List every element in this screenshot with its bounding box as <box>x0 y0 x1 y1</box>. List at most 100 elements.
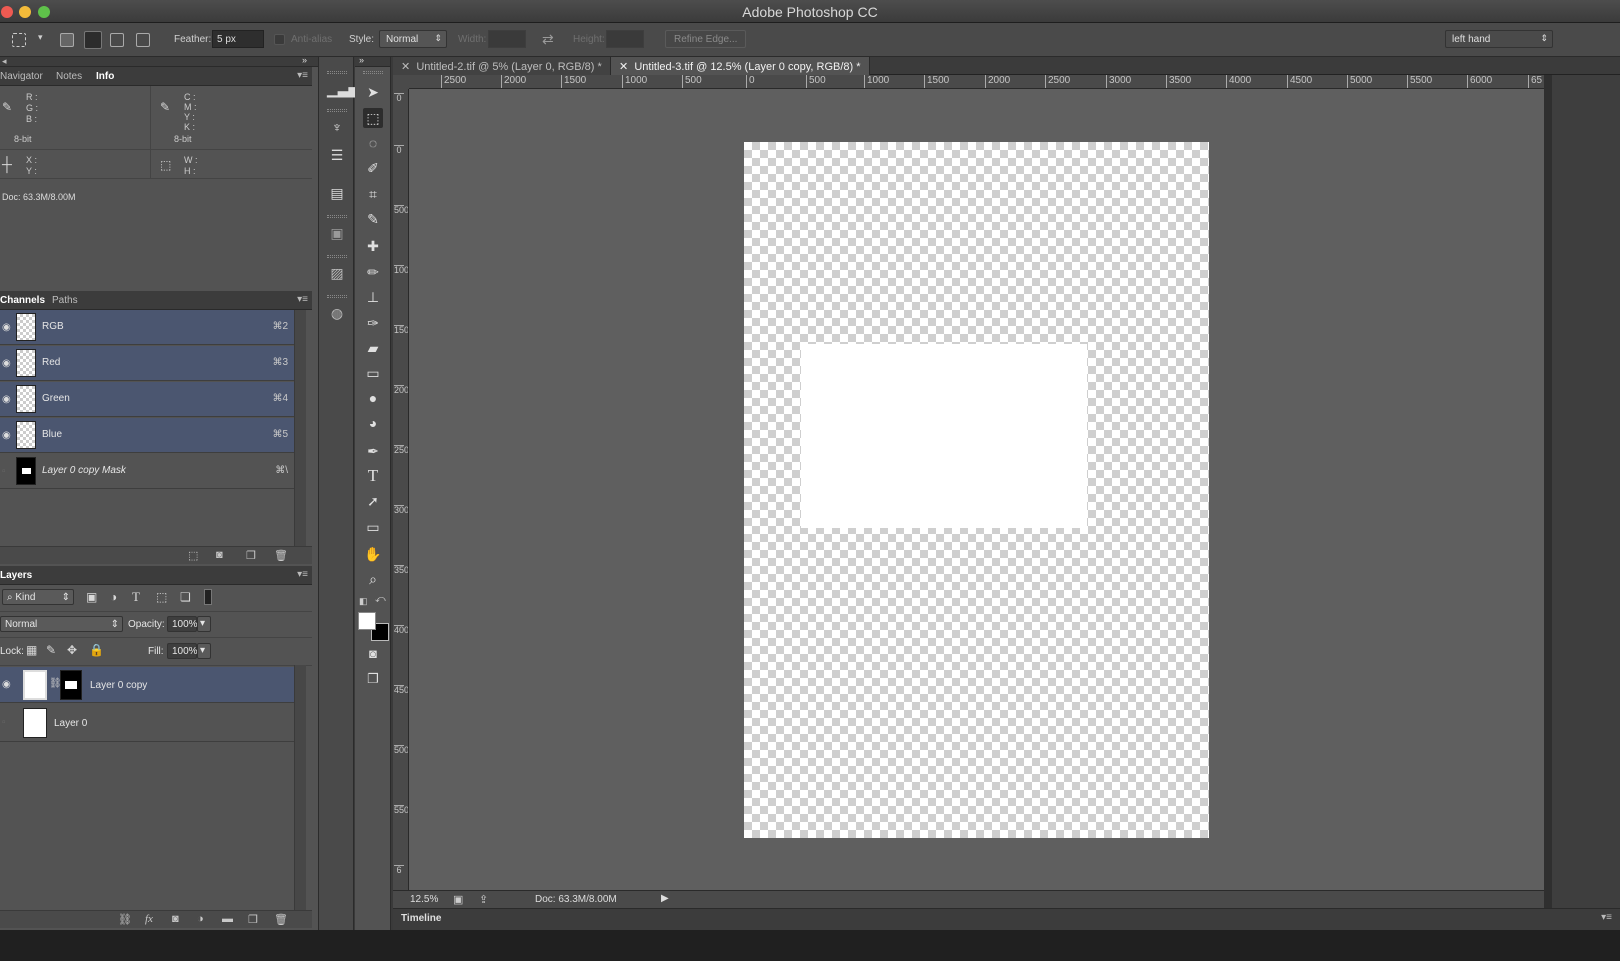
swap-dimensions-icon[interactable]: ⇄ <box>542 31 554 48</box>
new-selection-icon[interactable] <box>60 33 74 47</box>
channel-row-rgb[interactable]: ◉ RGB ⌘2 <box>0 310 298 345</box>
channel-row-red[interactable]: ◉ Red ⌘3 <box>0 346 298 381</box>
hand-tool-icon[interactable]: ✋ <box>363 544 383 564</box>
panel-menu-icon[interactable]: ▾≡ <box>297 569 308 580</box>
lock-transparent-icon[interactable]: ▦ <box>26 643 37 657</box>
shape-filter-icon[interactable]: ⬚ <box>156 590 167 604</box>
transparent-document[interactable] <box>744 142 1209 838</box>
trash-icon[interactable]: 🗑 <box>274 549 288 562</box>
dock-grip[interactable] <box>327 215 347 218</box>
channel-row-blue[interactable]: ◉ Blue ⌘5 <box>0 418 298 453</box>
eyedropper-tool-icon[interactable]: ✎ <box>363 209 383 229</box>
new-channel-icon[interactable]: ❐ <box>246 549 256 562</box>
brush-presets-icon[interactable]: ♆ <box>327 119 347 139</box>
eye-icon[interactable]: ◉ <box>2 430 11 441</box>
doc-tab-untitled-3[interactable]: ✕ Untitled-3.tif @ 12.5% (Layer 0 copy, … <box>611 57 870 75</box>
dodge-tool-icon[interactable]: ◕ <box>363 413 383 433</box>
lasso-tool-icon[interactable]: ◌ <box>363 133 383 153</box>
close-icon[interactable]: ✕ <box>619 61 634 73</box>
eye-icon[interactable]: ◉ <box>2 322 11 333</box>
healing-brush-tool-icon[interactable]: ✚ <box>363 236 383 256</box>
tab-info[interactable]: Info <box>96 71 114 82</box>
tab-paths[interactable]: Paths <box>52 295 78 306</box>
rectangular-marquee-tool-icon[interactable]: ⬚ <box>363 108 383 128</box>
filter-toggle-switch[interactable] <box>204 589 212 605</box>
add-selection-icon[interactable] <box>84 31 102 49</box>
dock-grip[interactable] <box>327 295 347 298</box>
tab-navigator[interactable]: Navigator <box>0 71 43 82</box>
pen-tool-icon[interactable]: ✒ <box>363 441 383 461</box>
share-icon[interactable]: ⇪ <box>479 893 488 906</box>
workspace-select[interactable]: left hand ⇕ <box>1445 30 1553 48</box>
path-selection-tool-icon[interactable]: ➚ <box>363 491 383 511</box>
subtract-selection-icon[interactable] <box>110 33 124 47</box>
print-preview-icon[interactable]: ▣ <box>453 893 463 906</box>
clone-source-icon[interactable]: ▣ <box>327 225 347 245</box>
dock-grip[interactable] <box>327 255 347 258</box>
eye-hidden-icon[interactable]: ▫ <box>2 466 6 477</box>
dock-grip[interactable] <box>327 71 347 74</box>
foreground-color-swatch[interactable] <box>358 612 376 630</box>
right-scroll-gutter[interactable] <box>1544 75 1552 908</box>
smartobject-filter-icon[interactable]: ❏ <box>180 590 191 604</box>
properties-icon[interactable]: ▤ <box>327 185 347 205</box>
new-group-icon[interactable]: ▬ <box>222 913 233 925</box>
opacity-input[interactable]: 100% <box>167 616 198 632</box>
crop-tool-icon[interactable]: ⌗ <box>363 184 383 204</box>
add-mask-icon[interactable]: ◙ <box>172 913 179 925</box>
swap-colors-icon[interactable]: ⤺ <box>375 594 386 605</box>
save-selection-icon[interactable]: ◙ <box>216 549 223 561</box>
zoom-level[interactable]: 12.5% <box>410 894 438 905</box>
expand-tools-icon[interactable]: » <box>359 55 364 65</box>
gradient-tool-icon[interactable]: ▭ <box>363 363 383 383</box>
layers-scrollbar[interactable] <box>294 665 306 911</box>
fill-input[interactable]: 100% <box>167 643 198 659</box>
pixel-filter-icon[interactable]: ▣ <box>86 590 97 604</box>
intersect-selection-icon[interactable] <box>136 33 150 47</box>
lock-position-icon[interactable]: ✥ <box>67 643 77 657</box>
layer-row-layer-0[interactable]: ▫ Layer 0 <box>0 704 298 742</box>
screen-mode-icon[interactable]: ❐ <box>363 669 383 689</box>
document-canvas[interactable] <box>409 89 1544 890</box>
channel-row-green[interactable]: ◉ Green ⌘4 <box>0 382 298 417</box>
opacity-dropdown-icon[interactable]: ▾ <box>197 616 211 632</box>
status-menu-arrow-icon[interactable]: ▶ <box>661 893 669 904</box>
height-input[interactable] <box>606 30 644 48</box>
type-filter-icon[interactable]: T <box>132 589 140 605</box>
channels-scrollbar[interactable] <box>294 310 306 546</box>
eye-icon[interactable]: ◉ <box>2 679 11 690</box>
horizontal-ruler[interactable]: 2500 2000 1500 1000 500 0 500 1000 1500 … <box>409 75 1544 89</box>
panel-menu-icon[interactable]: ▾≡ <box>297 70 308 81</box>
collapse-left-icon[interactable]: ◂ <box>2 56 7 67</box>
layer-filter-select[interactable]: ⌕ Kind ⇕ <box>2 589 74 605</box>
clone-stamp-tool-icon[interactable]: ⊥ <box>363 287 383 307</box>
eye-icon[interactable]: ◉ <box>2 358 11 369</box>
blend-mode-select[interactable]: Normal ⇕ <box>0 616 123 632</box>
tab-layers[interactable]: Layers <box>0 570 32 581</box>
eye-icon[interactable]: ◉ <box>2 394 11 405</box>
fx-icon[interactable]: fx <box>145 913 153 925</box>
trash-icon[interactable]: 🗑 <box>274 913 288 926</box>
channel-row-mask[interactable]: ▫ Layer 0 copy Mask ⌘\ <box>0 454 298 489</box>
layer-mask-thumbnail[interactable] <box>60 670 82 700</box>
fill-dropdown-icon[interactable]: ▾ <box>197 643 211 659</box>
type-tool-icon[interactable]: T <box>363 466 383 486</box>
vertical-ruler[interactable]: 0 0 500 1000 1500 2000 2500 3000 3500 40… <box>393 89 409 890</box>
history-brush-tool-icon[interactable]: ✑ <box>363 313 383 333</box>
load-selection-icon[interactable]: ⬚ <box>188 549 198 562</box>
tools-grip[interactable] <box>363 71 383 74</box>
eye-hidden-icon[interactable]: ▫ <box>2 717 6 728</box>
new-layer-icon[interactable]: ❐ <box>248 913 258 926</box>
brush-tool-icon[interactable]: ✏ <box>363 262 383 282</box>
feather-input[interactable]: 5 px <box>212 30 264 48</box>
zoom-tool-icon[interactable]: ⌕ <box>363 569 383 589</box>
lock-pixels-icon[interactable]: ✎ <box>46 643 56 657</box>
move-tool-icon[interactable]: ➤ <box>363 82 383 102</box>
expand-panels-icon[interactable]: » <box>302 55 307 65</box>
marquee-preset-icon[interactable] <box>12 33 26 47</box>
panel-menu-icon[interactable]: ▾≡ <box>1601 912 1612 923</box>
image-panel-icon[interactable]: ▨ <box>327 265 347 285</box>
refine-edge-button[interactable]: Refine Edge... <box>665 30 747 48</box>
layer-row-layer-0-copy[interactable]: ◉ ⛓ Layer 0 copy <box>0 667 298 703</box>
default-colors-icon[interactable]: ◧ <box>359 596 368 607</box>
